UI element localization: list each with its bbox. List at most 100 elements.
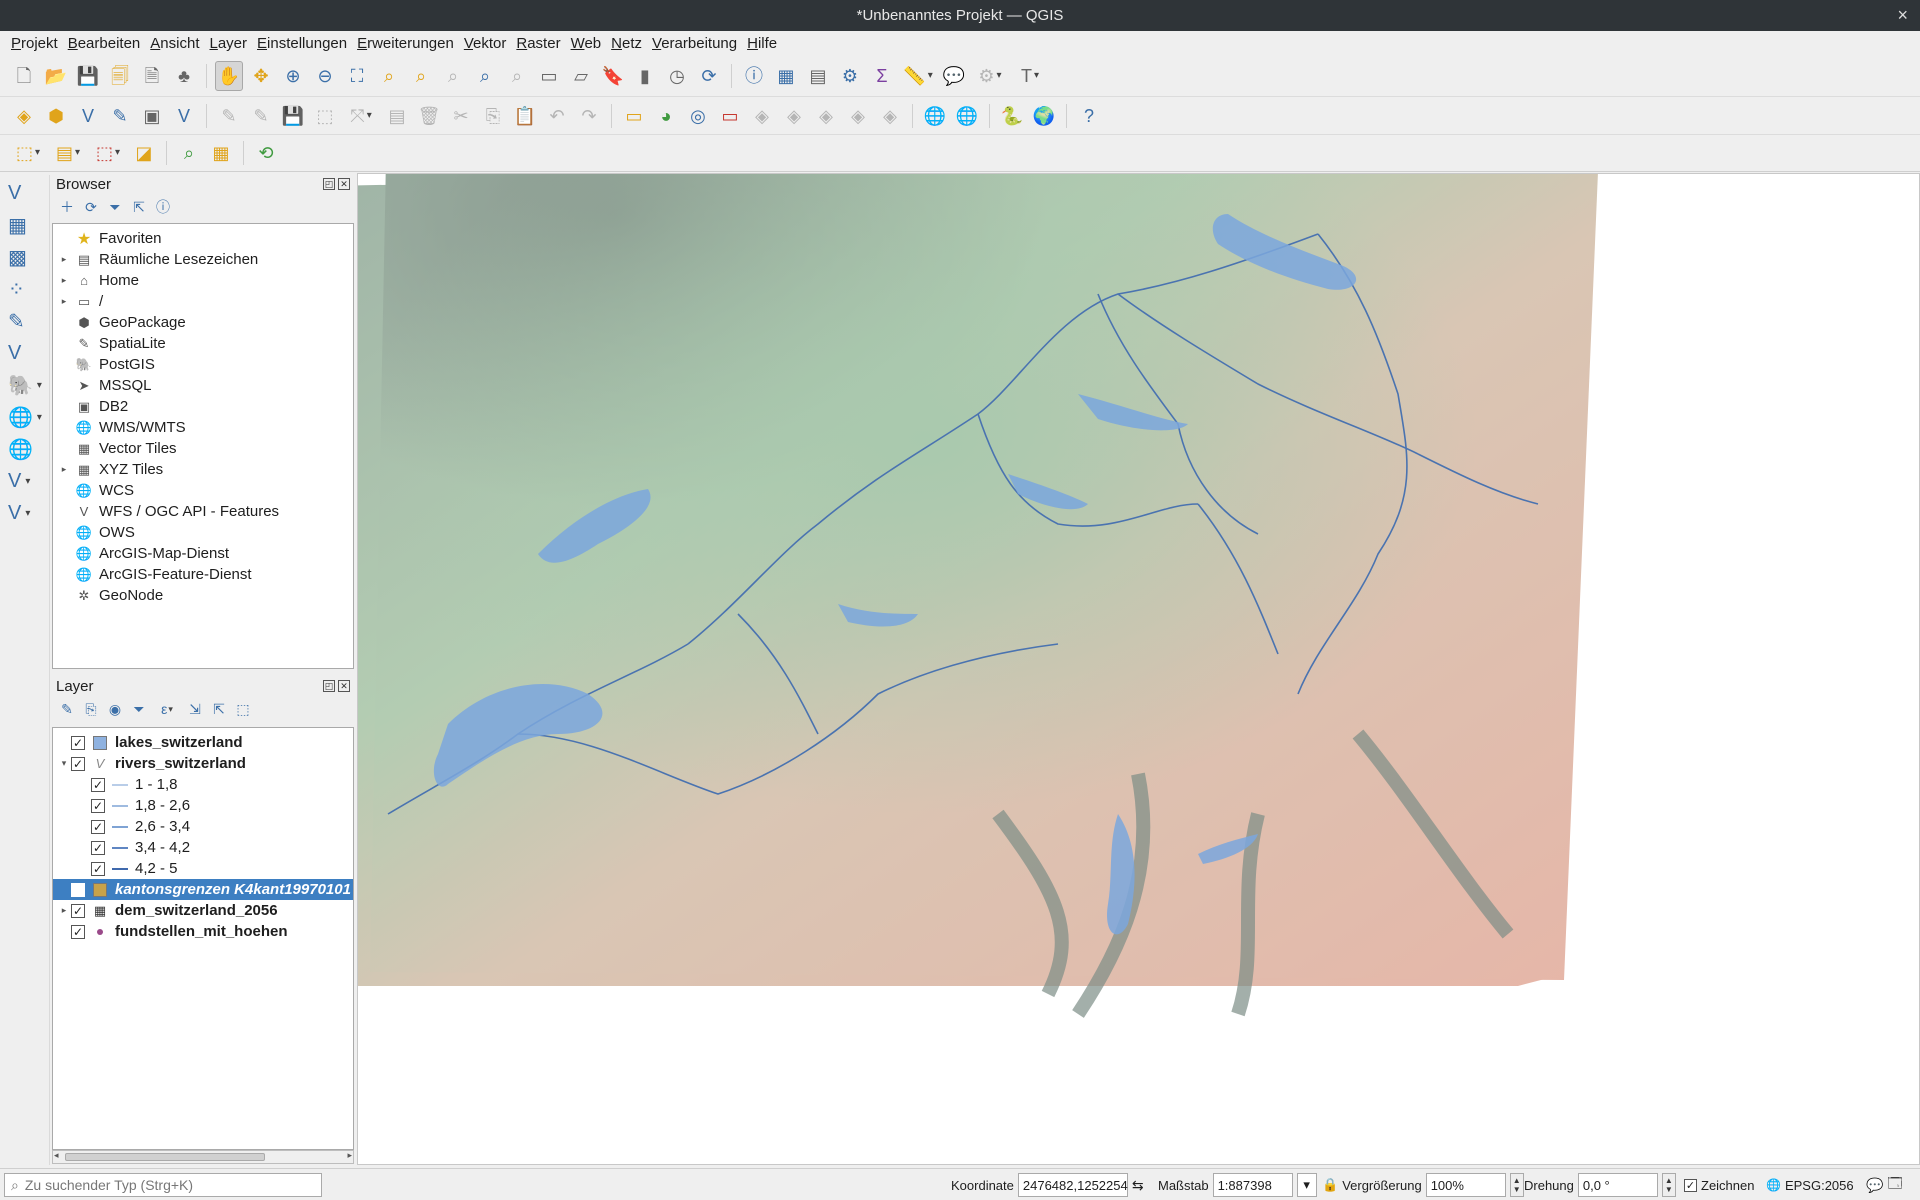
- remove-layer-icon[interactable]: ⬚: [232, 698, 254, 720]
- coordinate-field[interactable]: 2476482,1252254: [1017, 1173, 1128, 1197]
- expand-arrow-icon[interactable]: ▸: [57, 905, 71, 916]
- new-spatialite-layer-icon[interactable]: ✎: [106, 101, 134, 131]
- redo-icon[interactable]: ↷: [575, 101, 603, 131]
- browser-item[interactable]: ▸ ▭ /: [53, 291, 353, 312]
- browser-item[interactable]: 🐘 PostGIS: [53, 354, 353, 375]
- magnifier-spinner[interactable]: ▲ ▼: [1509, 1173, 1524, 1197]
- add-group-icon[interactable]: ⎘: [80, 698, 102, 720]
- crs-button[interactable]: EPSG:2056: [1785, 1178, 1854, 1193]
- add-wcs-icon[interactable]: 🌐: [4, 435, 46, 463]
- browser-item[interactable]: 🌐 WCS: [53, 480, 353, 501]
- grid-tool-icon[interactable]: ▦: [207, 138, 235, 168]
- vertex-tool-icon[interactable]: ⤧: [343, 101, 379, 131]
- legend-class-row[interactable]: ✓ 1,8 - 2,6: [53, 795, 353, 816]
- expand-arrow-icon[interactable]: ▾: [57, 758, 71, 769]
- menu-web[interactable]: Web: [566, 35, 607, 52]
- layer-visibility-checkbox[interactable]: ✓: [91, 840, 105, 855]
- scrollbar-thumb[interactable]: [65, 1153, 265, 1161]
- pan-to-selection-icon[interactable]: ✥: [247, 61, 275, 91]
- add-wms-icon[interactable]: 🌐 ▾: [4, 403, 46, 431]
- layer-visibility-checkbox[interactable]: ✓: [71, 924, 85, 939]
- move-diagram-icon[interactable]: ◈: [844, 101, 872, 131]
- browser-item[interactable]: ✎ SpatiaLite: [53, 333, 353, 354]
- browser-item[interactable]: ★ Favoriten: [53, 228, 353, 249]
- copy-features-icon[interactable]: ⎘: [479, 101, 507, 131]
- scroll-left-icon[interactable]: ◂: [54, 1150, 59, 1161]
- layout-manager-icon[interactable]: 🗎: [138, 61, 166, 91]
- new-3d-map-view-icon[interactable]: ▱: [567, 61, 595, 91]
- style-manager-icon[interactable]: ♣: [170, 61, 198, 91]
- measure-icon[interactable]: 📏: [900, 61, 936, 91]
- new-project-icon[interactable]: 🗋: [10, 61, 38, 91]
- zoom-last-icon[interactable]: ⌕: [471, 61, 499, 91]
- menu-layer[interactable]: Layer: [204, 35, 252, 52]
- browser-item[interactable]: ⬢ GeoPackage: [53, 312, 353, 333]
- zoom-to-layer-icon[interactable]: ⌕: [407, 61, 435, 91]
- menu-ansicht[interactable]: Ansicht: [145, 35, 204, 52]
- layer-row[interactable]: ✓ lakes_switzerland: [53, 732, 353, 753]
- select-location-icon[interactable]: ◪: [130, 138, 158, 168]
- menu-netz[interactable]: Netz: [606, 35, 647, 52]
- layer-visibility-checkbox[interactable]: ✓: [71, 735, 85, 750]
- pin-labels-icon[interactable]: ◎: [684, 101, 712, 131]
- layer-tree-horizontal-scrollbar[interactable]: ◂ ▸: [52, 1150, 354, 1164]
- layer-row[interactable]: ▾ ✓ Vrivers_switzerland: [53, 753, 353, 774]
- layer-labeling-icon[interactable]: ▭: [620, 101, 648, 131]
- browser-item[interactable]: 🌐 OWS: [53, 522, 353, 543]
- new-virtual-layer-icon[interactable]: V: [170, 101, 198, 131]
- messages-icon[interactable]: 💬: [1866, 1177, 1883, 1194]
- zoom-out-icon[interactable]: ⊖: [311, 61, 339, 91]
- cut-features-icon[interactable]: ✂: [447, 101, 475, 131]
- collapse-all-icon[interactable]: ⇱: [128, 196, 150, 218]
- toggle-extents-icon[interactable]: ⇆: [1132, 1177, 1144, 1194]
- render-checkbox[interactable]: ✓: [1684, 1178, 1697, 1192]
- menu-projekt[interactable]: Projekt: [6, 35, 63, 52]
- zoom-to-selection-icon[interactable]: ⌕: [375, 61, 403, 91]
- show-hide-labels-icon[interactable]: ▭: [716, 101, 744, 131]
- browser-item[interactable]: ▸ ⌂ Home: [53, 270, 353, 291]
- layer-visibility-checkbox[interactable]: ✓: [91, 819, 105, 834]
- layer-row[interactable]: ✓ fundstellen_mit_hoehen: [53, 921, 353, 942]
- current-edits-icon[interactable]: ✎: [215, 101, 243, 131]
- filter-browser-icon[interactable]: ⏷: [104, 196, 126, 218]
- browser-item[interactable]: ▸ ▦ XYZ Tiles: [53, 459, 353, 480]
- new-bookmark-icon[interactable]: 🔖: [599, 61, 627, 91]
- add-spatialite-icon[interactable]: ✎: [4, 307, 46, 335]
- add-vector-layer-icon[interactable]: V: [4, 179, 46, 207]
- legend-class-row[interactable]: ✓ 1 - 1,8: [53, 774, 353, 795]
- browser-item[interactable]: ▸ ▤ Räumliche Lesezeichen: [53, 249, 353, 270]
- layer-visibility-checkbox[interactable]: ✓: [91, 798, 105, 813]
- add-selected-layers-icon[interactable]: ＋: [56, 196, 78, 218]
- layer-visibility-checkbox[interactable]: [71, 882, 85, 897]
- new-geopackage-layer-icon[interactable]: ⬢: [42, 101, 70, 131]
- paste-features-icon[interactable]: 📋: [511, 101, 539, 131]
- new-shapefile-layer-icon[interactable]: V: [74, 101, 102, 131]
- legend-class-row[interactable]: ✓ 2,6 - 3,4: [53, 816, 353, 837]
- layer-row[interactable]: ▸ ✓ ▦ dem_switzerland_2056: [53, 900, 353, 921]
- identify-features-icon[interactable]: ⓘ: [740, 61, 768, 91]
- scroll-right-icon[interactable]: ▸: [347, 1150, 352, 1161]
- text-annotation-icon[interactable]: T: [1012, 61, 1048, 91]
- browser-item[interactable]: 🌐 ArcGIS-Feature-Dienst: [53, 564, 353, 585]
- layer-visibility-checkbox[interactable]: ✓: [91, 861, 105, 876]
- field-calculator-icon[interactable]: ▤: [804, 61, 832, 91]
- select-by-expression-icon[interactable]: ▤: [50, 138, 86, 168]
- magnifier-field[interactable]: 100%: [1425, 1173, 1506, 1197]
- processing-toolbox-icon[interactable]: ⚙: [836, 61, 864, 91]
- refresh-browser-icon[interactable]: ⟳: [80, 196, 102, 218]
- save-edits-icon[interactable]: 💾: [279, 101, 307, 131]
- add-wfs-icon[interactable]: V ▾: [4, 467, 46, 495]
- layer-visibility-checkbox[interactable]: ✓: [91, 777, 105, 792]
- close-panel-icon[interactable]: ✕: [338, 178, 350, 190]
- metasearch-icon[interactable]: 🌐: [953, 101, 981, 131]
- new-print-layout-icon[interactable]: 🗐: [106, 61, 134, 91]
- select-features-icon[interactable]: ⬚: [10, 138, 46, 168]
- browser-item[interactable]: ▦ Vector Tiles: [53, 438, 353, 459]
- python-console-icon[interactable]: 🐍: [998, 101, 1026, 131]
- map-tips-icon[interactable]: 💬: [940, 61, 968, 91]
- add-postgis-icon[interactable]: 🐘 ▾: [4, 371, 46, 399]
- layer-diagram-icon[interactable]: ◕: [652, 101, 680, 131]
- menu-vektor[interactable]: Vektor: [459, 35, 512, 52]
- add-feature-icon[interactable]: ⬚: [311, 101, 339, 131]
- pan-map-icon[interactable]: ✋: [215, 61, 243, 91]
